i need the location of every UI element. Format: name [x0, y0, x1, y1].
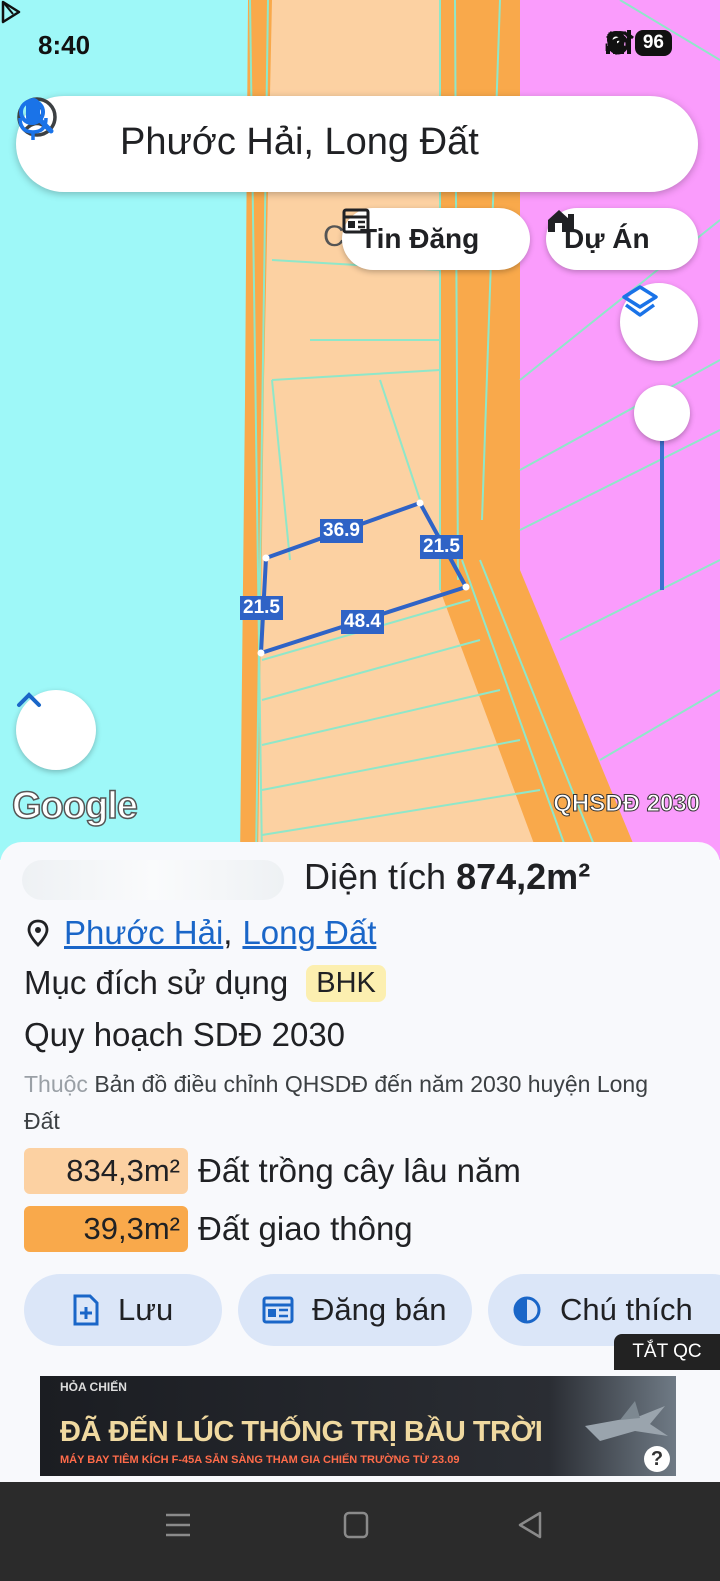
- status-bar: 8:40 VoLTE: [0, 0, 720, 95]
- status-time: 8:40: [38, 30, 91, 60]
- area-label: Diện tích: [304, 856, 447, 897]
- land-use-area: 834,3m²: [24, 1148, 188, 1194]
- land-use-row: 39,3m² Đất giao thông: [24, 1206, 413, 1252]
- parcel-dimension-right: 21.5: [420, 535, 463, 559]
- signal-icon: [605, 30, 631, 54]
- home-icon[interactable]: [342, 1510, 370, 1540]
- layers-button[interactable]: [620, 283, 698, 361]
- status-icons: VoLTE 96: [605, 30, 672, 56]
- ward-link[interactable]: Phước Hải: [64, 914, 223, 952]
- back-icon[interactable]: [516, 1510, 544, 1540]
- purpose-code-badge: BHK: [306, 964, 386, 1002]
- land-use-row: 834,3m² Đất trồng cây lâu năm: [24, 1148, 521, 1194]
- close-ad-button[interactable]: TẮT QC: [614, 1334, 720, 1370]
- house-icon: [548, 210, 574, 232]
- save-button-label: Lưu: [118, 1292, 174, 1327]
- search-bar[interactable]: Phước Hải, Long Đất: [16, 96, 698, 192]
- purpose-line: Mục đích sử dụng BHK: [24, 964, 386, 1002]
- map-view[interactable]: 36.9 21.5 48.4 21.5 8:40 96 Phước Hải, L…: [0, 0, 720, 860]
- system-nav-bar: [0, 1482, 720, 1581]
- layers-icon: [622, 285, 658, 317]
- add-file-icon: [73, 1294, 99, 1326]
- area-line: Diện tích 874,2m²: [304, 856, 590, 898]
- location-pin-icon: [27, 919, 49, 947]
- land-use-name: Đất giao thông: [198, 1210, 413, 1247]
- ad-brand: HỎA CHIẾN: [60, 1380, 127, 1394]
- ad-help-icon[interactable]: ?: [644, 1446, 670, 1472]
- chevron-up-icon: [17, 692, 41, 707]
- post-sale-button-label: Đăng bán: [312, 1292, 447, 1327]
- contrast-icon: [513, 1296, 541, 1324]
- projects-chip-label: Dự Án: [564, 223, 650, 254]
- plan-source: Thuộc Bản đồ điều chỉnh QHSDĐ đến năm 20…: [24, 1066, 684, 1140]
- blurred-address: [22, 860, 284, 900]
- opacity-slider-handle[interactable]: [634, 385, 690, 441]
- opacity-slider-track[interactable]: [660, 420, 664, 590]
- land-use-name: Đất trồng cây lâu năm: [198, 1152, 521, 1189]
- parcel-dimension-left: 21.5: [240, 596, 283, 620]
- battery-icon: 96: [634, 30, 672, 56]
- play-store-icon: [1, 0, 21, 24]
- recent-apps-icon[interactable]: [164, 1510, 192, 1540]
- location-separator: ,: [223, 914, 233, 951]
- google-logo: Google: [11, 784, 138, 828]
- ad-banner[interactable]: HỎA CHIẾN ĐÃ ĐẾN LÚC THỐNG TRỊ BẦU TRỜI …: [40, 1376, 676, 1476]
- plan-source-text: Bản đồ điều chỉnh QHSDĐ đến năm 2030 huy…: [24, 1071, 648, 1134]
- microphone-icon[interactable]: [16, 96, 50, 142]
- parcel-dimension-bottom: 48.4: [341, 610, 384, 634]
- purpose-label: Mục đích sử dụng: [24, 964, 289, 1001]
- expand-up-button[interactable]: [16, 690, 96, 770]
- listings-chip-label: Tin Đăng: [360, 223, 480, 254]
- ad-subline: MÁY BAY TIÊM KÍCH F-45A SẴN SÀNG THAM GI…: [60, 1454, 460, 1466]
- post-sale-button[interactable]: Đăng bán: [238, 1274, 472, 1346]
- land-use-area: 39,3m²: [24, 1206, 188, 1252]
- newspaper-icon: [262, 1296, 294, 1324]
- map-layer-label: QHSDĐ 2030: [553, 790, 701, 818]
- search-input[interactable]: Phước Hải, Long Đất: [120, 121, 479, 164]
- save-button[interactable]: Lưu: [24, 1274, 222, 1346]
- ad-headline: ĐÃ ĐẾN LÚC THỐNG TRỊ BẦU TRỜI: [60, 1416, 543, 1448]
- legend-button-label: Chú thích: [560, 1292, 693, 1327]
- location-line: Phước Hải , Long Đất: [26, 914, 376, 952]
- listings-chip[interactable]: Tin Đăng: [342, 208, 530, 270]
- parcel-dimension-top: 36.9: [320, 519, 363, 543]
- district-link[interactable]: Long Đất: [242, 914, 376, 952]
- projects-chip[interactable]: Dự Án: [546, 208, 698, 270]
- plan-source-prefix: Thuộc: [24, 1071, 88, 1097]
- area-value: 874,2m²: [456, 856, 591, 897]
- plan-title: Quy hoạch SDĐ 2030: [24, 1016, 346, 1053]
- newspaper-icon: [342, 208, 370, 234]
